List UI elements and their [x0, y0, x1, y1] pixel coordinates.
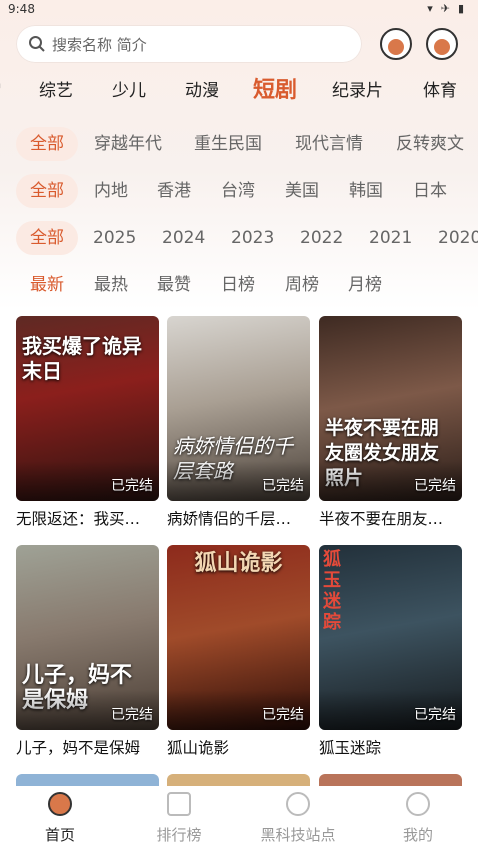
filter-chip[interactable]: 2022	[300, 221, 343, 255]
drama-title: 病娇情侣的千层…	[167, 510, 292, 528]
status-badge: 已完结	[414, 478, 456, 494]
sort-chip[interactable]: 月榜	[348, 268, 382, 302]
home-icon	[48, 792, 72, 816]
filter-row-type: 全部 穿越年代 重生民国 现代言情 反转爽文	[0, 127, 478, 161]
filter-chip[interactable]: 2023	[231, 221, 274, 255]
tab-category[interactable]: 动漫	[185, 72, 219, 110]
status-badge: 已完结	[111, 478, 153, 494]
sort-chip[interactable]: 日榜	[221, 268, 255, 302]
search-placeholder: 搜索名称 简介	[52, 35, 147, 54]
filter-chip[interactable]: 韩国	[349, 174, 383, 208]
drama-title: 半夜不要在朋友…	[319, 510, 444, 528]
search-input[interactable]: 搜索名称 简介	[16, 25, 362, 63]
search-icon	[29, 36, 45, 52]
user-icon	[406, 792, 430, 816]
filter-chip-active[interactable]: 全部	[16, 221, 78, 255]
drama-card-partial[interactable]	[167, 774, 310, 786]
ranking-icon	[167, 792, 191, 816]
filter-chip[interactable]: 2024	[162, 221, 205, 255]
poster-overlay-text: 狐玉迷踪	[323, 549, 341, 633]
history-icon	[434, 39, 450, 55]
filter-row-region: 全部 内地 香港 台湾 美国 韩国 日本	[0, 174, 478, 208]
tab-label: 我的	[402, 826, 433, 844]
drama-card[interactable]: 我买爆了诡异末日 已完结 无限返还：我买…	[16, 316, 159, 529]
sort-chip[interactable]: 最热	[94, 268, 128, 302]
filter-chip[interactable]: 台湾	[221, 174, 255, 208]
filter-chip[interactable]: 2020	[438, 221, 478, 255]
tab-mine[interactable]: 我的	[363, 786, 473, 850]
drama-card[interactable]: 病娇情侣的千层套路 已完结 病娇情侣的千层…	[167, 316, 310, 529]
download-icon	[388, 39, 404, 55]
poster-overlay-text: 狐山诡影	[194, 551, 283, 576]
status-badge: 已完结	[111, 707, 153, 723]
status-time: 9:48	[8, 2, 35, 16]
status-bar: 9:48 ▾ ✈ ▮	[0, 0, 478, 20]
drama-poster: 狐山诡影 已完结	[167, 545, 310, 730]
filter-chip[interactable]: 反转爽文	[396, 127, 464, 161]
tab-label: 首页	[44, 826, 75, 844]
drama-title: 儿子，妈不是保姆	[16, 739, 141, 757]
wifi-icon: ▾	[427, 2, 433, 15]
filter-row-year: 全部 2025 2024 2023 2022 2021 2020	[0, 221, 478, 255]
filter-chip[interactable]: 2021	[369, 221, 412, 255]
tab-category[interactable]: 少儿	[112, 72, 146, 110]
drama-poster: 狐玉迷踪 已完结	[319, 545, 462, 730]
drama-poster: 儿子，妈不是保姆 已完结	[16, 545, 159, 730]
sort-chip[interactable]: 周榜	[285, 268, 319, 302]
drama-card[interactable]: 儿子，妈不是保姆 已完结 儿子，妈不是保姆	[16, 545, 159, 758]
tab-category[interactable]: 体育	[423, 72, 457, 110]
sort-chip-active[interactable]: 最新	[30, 268, 64, 302]
bottom-tab-bar: 首页 排行榜 黑科技站点 我的	[0, 786, 478, 850]
sort-chip[interactable]: 最赞	[157, 268, 191, 302]
filter-chip[interactable]: 美国	[285, 174, 319, 208]
drama-card[interactable]: 狐山诡影 已完结 狐山诡影	[167, 545, 310, 758]
drama-card-partial[interactable]	[16, 774, 159, 786]
drama-title: 狐玉迷踪	[319, 739, 382, 757]
drama-card[interactable]: 半夜不要在朋友圈发女朋友照片 已完结 半夜不要在朋友…	[319, 316, 462, 529]
tab-home[interactable]: 首页	[5, 786, 115, 850]
planet-icon	[286, 792, 310, 816]
status-badge: 已完结	[414, 707, 456, 723]
tab-label: 黑科技站点	[260, 826, 336, 844]
tab-category[interactable]: 纪录片	[332, 72, 383, 110]
tab-ranking[interactable]: 排行榜	[124, 786, 234, 850]
category-tabs: " 综艺 少儿 动漫 短剧 纪录片 体育	[0, 72, 478, 110]
tab-category-active[interactable]: 短剧	[253, 72, 297, 110]
status-badge: 已完结	[262, 478, 304, 494]
category-overflow: "	[0, 72, 2, 110]
drama-card[interactable]: 狐玉迷踪 已完结 狐玉迷踪	[319, 545, 462, 758]
history-button[interactable]	[426, 28, 458, 60]
drama-poster: 我买爆了诡异末日 已完结	[16, 316, 159, 501]
filter-chip[interactable]: 穿越年代	[94, 127, 162, 161]
filter-chip[interactable]: 日本	[413, 174, 447, 208]
drama-card-partial[interactable]	[319, 774, 462, 786]
drama-title: 无限返还：我买…	[16, 510, 141, 528]
download-button[interactable]	[380, 28, 412, 60]
status-badge: 已完结	[262, 707, 304, 723]
drama-poster: 病娇情侣的千层套路 已完结	[167, 316, 310, 501]
drama-poster: 半夜不要在朋友圈发女朋友照片 已完结	[319, 316, 462, 501]
tab-label: 排行榜	[156, 826, 202, 844]
filter-chip-active[interactable]: 全部	[16, 174, 78, 208]
filter-row-sort: 最新 最热 最赞 日榜 周榜 月榜	[0, 268, 478, 302]
drama-title: 狐山诡影	[167, 739, 230, 757]
filter-chip[interactable]: 重生民国	[194, 127, 262, 161]
filter-chip[interactable]: 2025	[93, 221, 136, 255]
airplane-icon: ✈	[440, 2, 450, 15]
filter-chip[interactable]: 香港	[157, 174, 191, 208]
filter-chip[interactable]: 内地	[94, 174, 128, 208]
poster-overlay-text: 我买爆了诡异末日	[22, 334, 142, 383]
filter-chip-active[interactable]: 全部	[16, 127, 78, 161]
tab-sites[interactable]: 黑科技站点	[243, 786, 353, 850]
filter-chip[interactable]: 现代言情	[295, 127, 363, 161]
battery-icon: ▮	[457, 2, 464, 15]
tab-category[interactable]: 综艺	[39, 72, 73, 110]
